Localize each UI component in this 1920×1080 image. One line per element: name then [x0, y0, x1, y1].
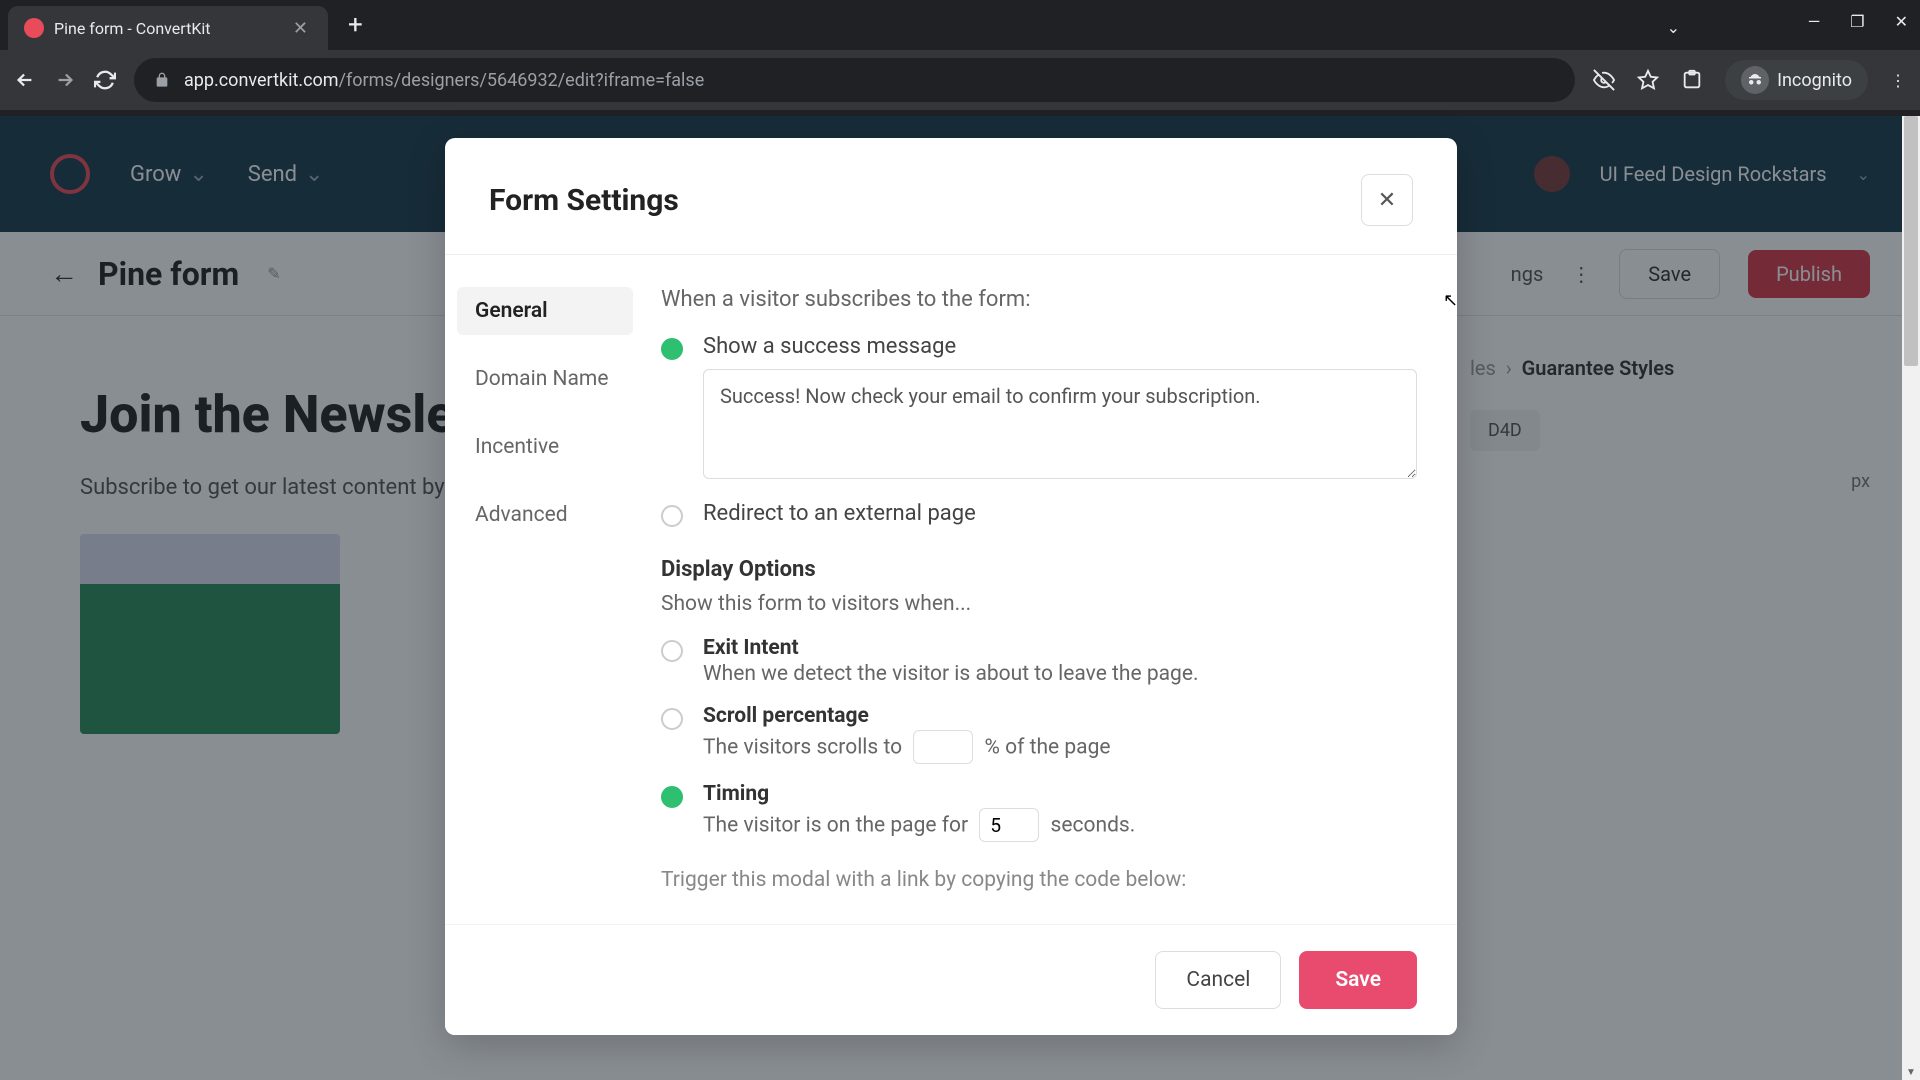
modal-sidebar: General Domain Name Incentive Advanced — [445, 255, 645, 924]
window-controls: ― ❐ ✕ — [1808, 12, 1908, 31]
save-button[interactable]: Save — [1299, 951, 1417, 1009]
eye-off-icon[interactable] — [1593, 69, 1615, 91]
subscribe-section-label: When a visitor subscribes to the form: — [661, 287, 1417, 312]
tab-domain-name[interactable]: Domain Name — [457, 355, 633, 403]
tab-bar: Pine form - ConvertKit ✕ + ⌄ ― ❐ ✕ — [0, 0, 1920, 50]
scroll-down-icon[interactable]: ▼ — [1902, 1067, 1920, 1078]
close-button[interactable]: ✕ — [1361, 174, 1413, 226]
option-redirect: Redirect to an external page — [661, 501, 1417, 527]
modal-body: General Domain Name Incentive Advanced W… — [445, 255, 1457, 924]
close-window-icon[interactable]: ✕ — [1895, 12, 1908, 31]
star-icon[interactable] — [1637, 69, 1659, 91]
display-options-sub: Show this form to visitors when... — [661, 592, 1417, 616]
favicon-icon — [24, 18, 44, 38]
tabs-chevron-icon[interactable]: ⌄ — [1667, 18, 1680, 37]
tab-incentive[interactable]: Incentive — [457, 423, 633, 471]
option-timing: Timing The visitor is on the page for se… — [661, 782, 1417, 842]
forward-icon[interactable] — [54, 69, 76, 91]
scrollbar[interactable]: ▲ ▼ — [1902, 116, 1920, 1080]
close-icon[interactable]: ✕ — [289, 18, 312, 39]
back-icon[interactable] — [14, 69, 36, 91]
radio-success-label: Show a success message — [703, 334, 1417, 359]
reload-icon[interactable] — [94, 69, 116, 91]
form-settings-modal: Form Settings ✕ General Domain Name Ince… — [445, 138, 1457, 1035]
browser-chrome: Pine form - ConvertKit ✕ + ⌄ ― ❐ ✕ app.c… — [0, 0, 1920, 116]
radio-redirect-label: Redirect to an external page — [703, 501, 976, 526]
modal-content: When a visitor subscribes to the form: S… — [645, 255, 1457, 924]
address-bar: app.convertkit.com/forms/designers/56469… — [0, 50, 1920, 110]
display-options-heading: Display Options — [661, 557, 1417, 582]
tab-general[interactable]: General — [457, 287, 633, 335]
url-text: app.convertkit.com/forms/designers/56469… — [184, 70, 704, 91]
kebab-menu-icon[interactable]: ⋮ — [1890, 71, 1906, 90]
radio-success[interactable] — [661, 338, 683, 360]
option-success-message: Show a success message — [661, 334, 1417, 483]
option-scroll-percentage: Scroll percentage The visitors scrolls t… — [661, 704, 1417, 764]
scroll-thumb[interactable] — [1904, 116, 1918, 366]
maximize-icon[interactable]: ❐ — [1850, 12, 1864, 31]
new-tab-button[interactable]: + — [348, 10, 363, 40]
modal-header: Form Settings ✕ — [445, 138, 1457, 255]
extensions-icon[interactable] — [1681, 69, 1703, 91]
tab-advanced[interactable]: Advanced — [457, 491, 633, 539]
timing-desc: The visitor is on the page for seconds. — [703, 808, 1135, 842]
scroll-percent-input[interactable] — [913, 730, 973, 764]
modal-title: Form Settings — [489, 183, 679, 218]
exit-intent-desc: When we detect the visitor is about to l… — [703, 662, 1199, 686]
success-message-input[interactable] — [703, 369, 1417, 479]
checkbox-scroll[interactable] — [661, 708, 683, 730]
exit-intent-title: Exit Intent — [703, 636, 1199, 660]
incognito-icon — [1741, 66, 1769, 94]
cancel-button[interactable]: Cancel — [1155, 951, 1281, 1009]
checkbox-exit-intent[interactable] — [661, 640, 683, 662]
scroll-title: Scroll percentage — [703, 704, 1111, 728]
option-exit-intent: Exit Intent When we detect the visitor i… — [661, 636, 1417, 686]
timing-title: Timing — [703, 782, 1135, 806]
scroll-desc: The visitors scrolls to % of the page — [703, 730, 1111, 764]
timing-seconds-input[interactable] — [979, 808, 1039, 842]
browser-tab[interactable]: Pine form - ConvertKit ✕ — [8, 6, 328, 50]
trigger-instructions: Trigger this modal with a link by copyin… — [661, 868, 1417, 892]
url-field[interactable]: app.convertkit.com/forms/designers/56469… — [134, 58, 1575, 102]
lock-icon — [154, 72, 170, 88]
radio-redirect[interactable] — [661, 505, 683, 527]
modal-footer: Cancel Save — [445, 924, 1457, 1035]
minimize-icon[interactable]: ― — [1808, 12, 1821, 31]
tab-title: Pine form - ConvertKit — [54, 19, 279, 38]
incognito-badge[interactable]: Incognito — [1725, 60, 1868, 100]
checkbox-timing[interactable] — [661, 786, 683, 808]
